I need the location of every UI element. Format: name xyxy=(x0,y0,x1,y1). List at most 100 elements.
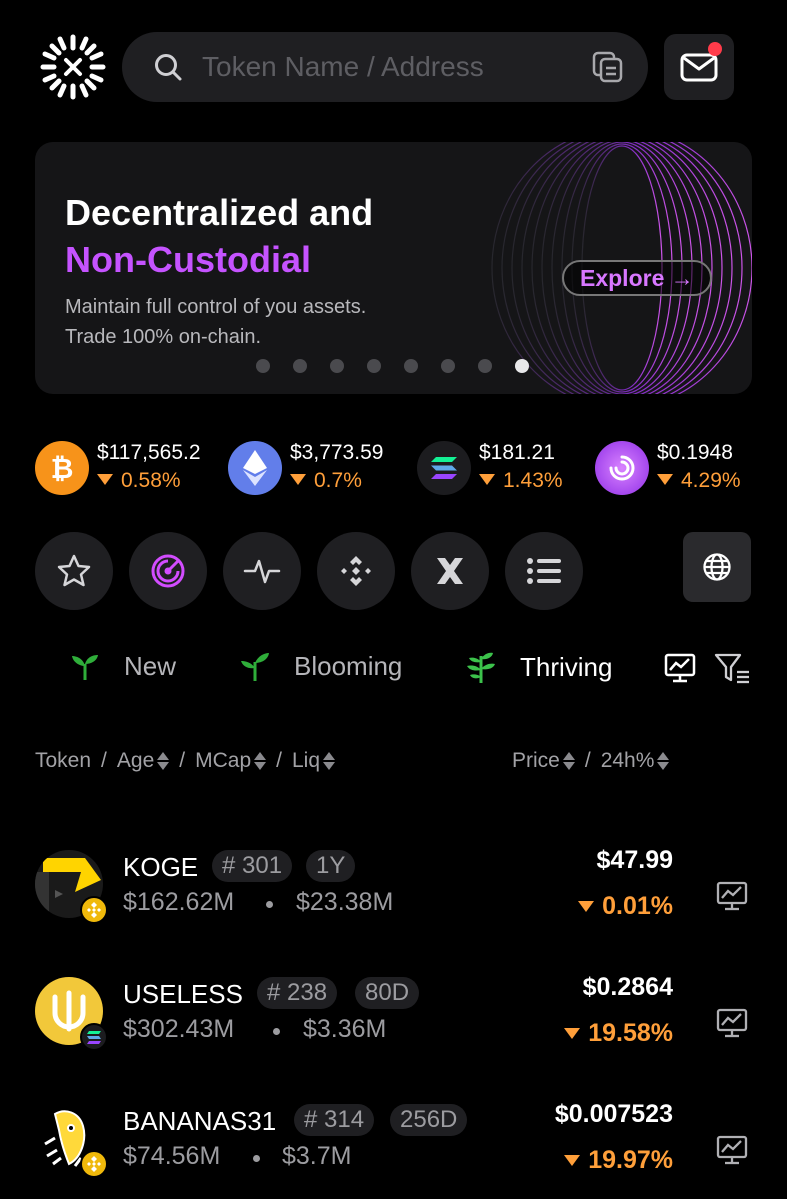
x-filter-button[interactable] xyxy=(411,532,489,610)
promo-banner[interactable]: Decentralized and Non-Custodial Maintain… xyxy=(35,142,752,394)
col-price[interactable]: Price xyxy=(512,749,560,773)
carousel-dots[interactable] xyxy=(256,359,529,373)
ticker-price: $3,773.59 xyxy=(290,441,384,464)
banner-subtitle: Maintain full control of you assets. xyxy=(65,296,367,318)
token-price: $0.007523 xyxy=(554,1100,673,1128)
separator-dot xyxy=(253,1155,260,1162)
carousel-dot[interactable] xyxy=(441,359,455,373)
ethereum-icon xyxy=(228,441,282,495)
carousel-dot[interactable] xyxy=(256,359,270,373)
col-mcap[interactable]: MCap xyxy=(195,749,251,773)
rank-badge: # 238 xyxy=(257,977,338,1009)
monitor-chart-icon[interactable] xyxy=(716,880,748,912)
explore-button[interactable]: Explore → xyxy=(562,260,712,296)
filter-icon[interactable] xyxy=(714,652,752,684)
sort-icon[interactable] xyxy=(254,752,267,770)
down-arrow-icon xyxy=(578,901,595,912)
tab-blooming[interactable]: Blooming xyxy=(240,650,402,682)
down-arrow-icon xyxy=(564,1155,581,1166)
token-mcap: $162.62M xyxy=(123,888,235,916)
pump-icon xyxy=(595,441,649,495)
token-row[interactable]: USELESS # 238 80D $302.43M $3.36M $0.286… xyxy=(0,973,787,1077)
tab-label: New xyxy=(124,650,177,681)
carousel-dot[interactable] xyxy=(293,359,307,373)
search-icon xyxy=(155,54,182,81)
star-icon xyxy=(57,554,91,587)
rank-badge: # 314 xyxy=(294,1104,375,1136)
sort-icon[interactable] xyxy=(323,752,336,770)
col-age[interactable]: Age xyxy=(117,749,154,773)
ticker-change: 4.29% xyxy=(681,469,741,492)
ticker-price: $0.1948 xyxy=(657,441,733,464)
mail-icon xyxy=(680,53,718,82)
sort-icon[interactable] xyxy=(562,752,575,770)
ticker-change: 0.7% xyxy=(314,469,362,492)
token-price: $47.99 xyxy=(596,846,673,874)
token-row[interactable]: KOGE # 301 1Y $162.62M $23.38M $47.99 0.… xyxy=(0,846,787,950)
down-arrow-icon xyxy=(479,474,495,485)
carousel-dot[interactable] xyxy=(330,359,344,373)
sort-icon[interactable] xyxy=(657,752,670,770)
token-change: 0.01% xyxy=(602,892,673,920)
solana-icon xyxy=(417,441,471,495)
ticker-sol[interactable]: $181.21 1.43% xyxy=(417,440,563,496)
separator-dot xyxy=(266,901,273,908)
ticker-price: $117,565.2 xyxy=(97,441,201,464)
tab-label: Thriving xyxy=(520,651,613,682)
radar-icon xyxy=(151,554,185,588)
separator-dot xyxy=(273,1028,280,1035)
x-logo-icon xyxy=(437,558,463,584)
monitor-chart-icon[interactable] xyxy=(716,1134,748,1166)
banner-subtitle: Trade 100% on-chain. xyxy=(65,326,262,348)
sort-icon[interactable] xyxy=(157,752,170,770)
token-mcap: $302.43M xyxy=(123,1015,235,1043)
ticker-change: 0.58% xyxy=(121,469,181,492)
ticker-pump[interactable]: $0.1948 4.29% xyxy=(595,440,741,496)
ticker-btc[interactable]: ₿ $117,565.2 0.58% xyxy=(35,440,201,496)
bnb-chain-icon xyxy=(80,896,108,924)
activity-filter-button[interactable] xyxy=(223,532,301,610)
token-name: BANANAS31 xyxy=(123,1106,277,1136)
notification-dot xyxy=(708,42,722,56)
ticker-price: $181.21 xyxy=(479,441,555,464)
bnb-filter-button[interactable] xyxy=(317,532,395,610)
radar-filter-button[interactable] xyxy=(129,532,207,610)
age-badge: 1Y xyxy=(306,850,356,882)
down-arrow-icon xyxy=(564,1028,581,1039)
token-price: $0.2864 xyxy=(582,973,673,1001)
token-liquidity: $3.7M xyxy=(282,1142,352,1170)
carousel-dot[interactable] xyxy=(404,359,418,373)
down-arrow-icon xyxy=(97,474,113,485)
favorites-filter-button[interactable] xyxy=(35,532,113,610)
list-filter-button[interactable] xyxy=(505,532,583,610)
carousel-dot-active[interactable] xyxy=(515,359,529,373)
col-liq[interactable]: Liq xyxy=(292,749,320,773)
banner-title-highlight: Non-Custodial xyxy=(65,239,311,280)
ticker-eth[interactable]: $3,773.59 0.7% xyxy=(228,440,383,496)
token-change: 19.97% xyxy=(588,1146,673,1174)
solana-chain-icon xyxy=(80,1023,108,1051)
search-bar[interactable] xyxy=(122,32,648,102)
token-liquidity: $23.38M xyxy=(296,888,394,916)
age-badge: 80D xyxy=(355,977,420,1009)
monitor-chart-icon[interactable] xyxy=(716,1007,748,1039)
paste-icon[interactable] xyxy=(590,49,626,85)
language-button[interactable] xyxy=(683,532,751,602)
app-logo[interactable] xyxy=(40,34,106,100)
list-icon xyxy=(527,558,561,584)
tab-thriving[interactable]: Thriving xyxy=(466,650,612,684)
tab-new[interactable]: New xyxy=(70,650,176,682)
carousel-dot[interactable] xyxy=(367,359,381,373)
down-arrow-icon xyxy=(290,474,306,485)
column-header-left: Token / Age / MCap / Liq xyxy=(35,749,336,773)
col-token: Token xyxy=(35,749,92,772)
notifications-button[interactable] xyxy=(664,34,734,100)
search-input[interactable] xyxy=(202,51,590,83)
bnb-chain-icon xyxy=(80,1150,108,1178)
ticker-change: 1.43% xyxy=(503,469,563,492)
col-change[interactable]: 24h% xyxy=(601,749,655,773)
carousel-dot[interactable] xyxy=(478,359,492,373)
token-row[interactable]: BANANAS31 # 314 256D $74.56M $3.7M $0.00… xyxy=(0,1100,787,1199)
monitor-chart-icon[interactable] xyxy=(664,652,696,684)
tab-label: Blooming xyxy=(294,650,403,681)
